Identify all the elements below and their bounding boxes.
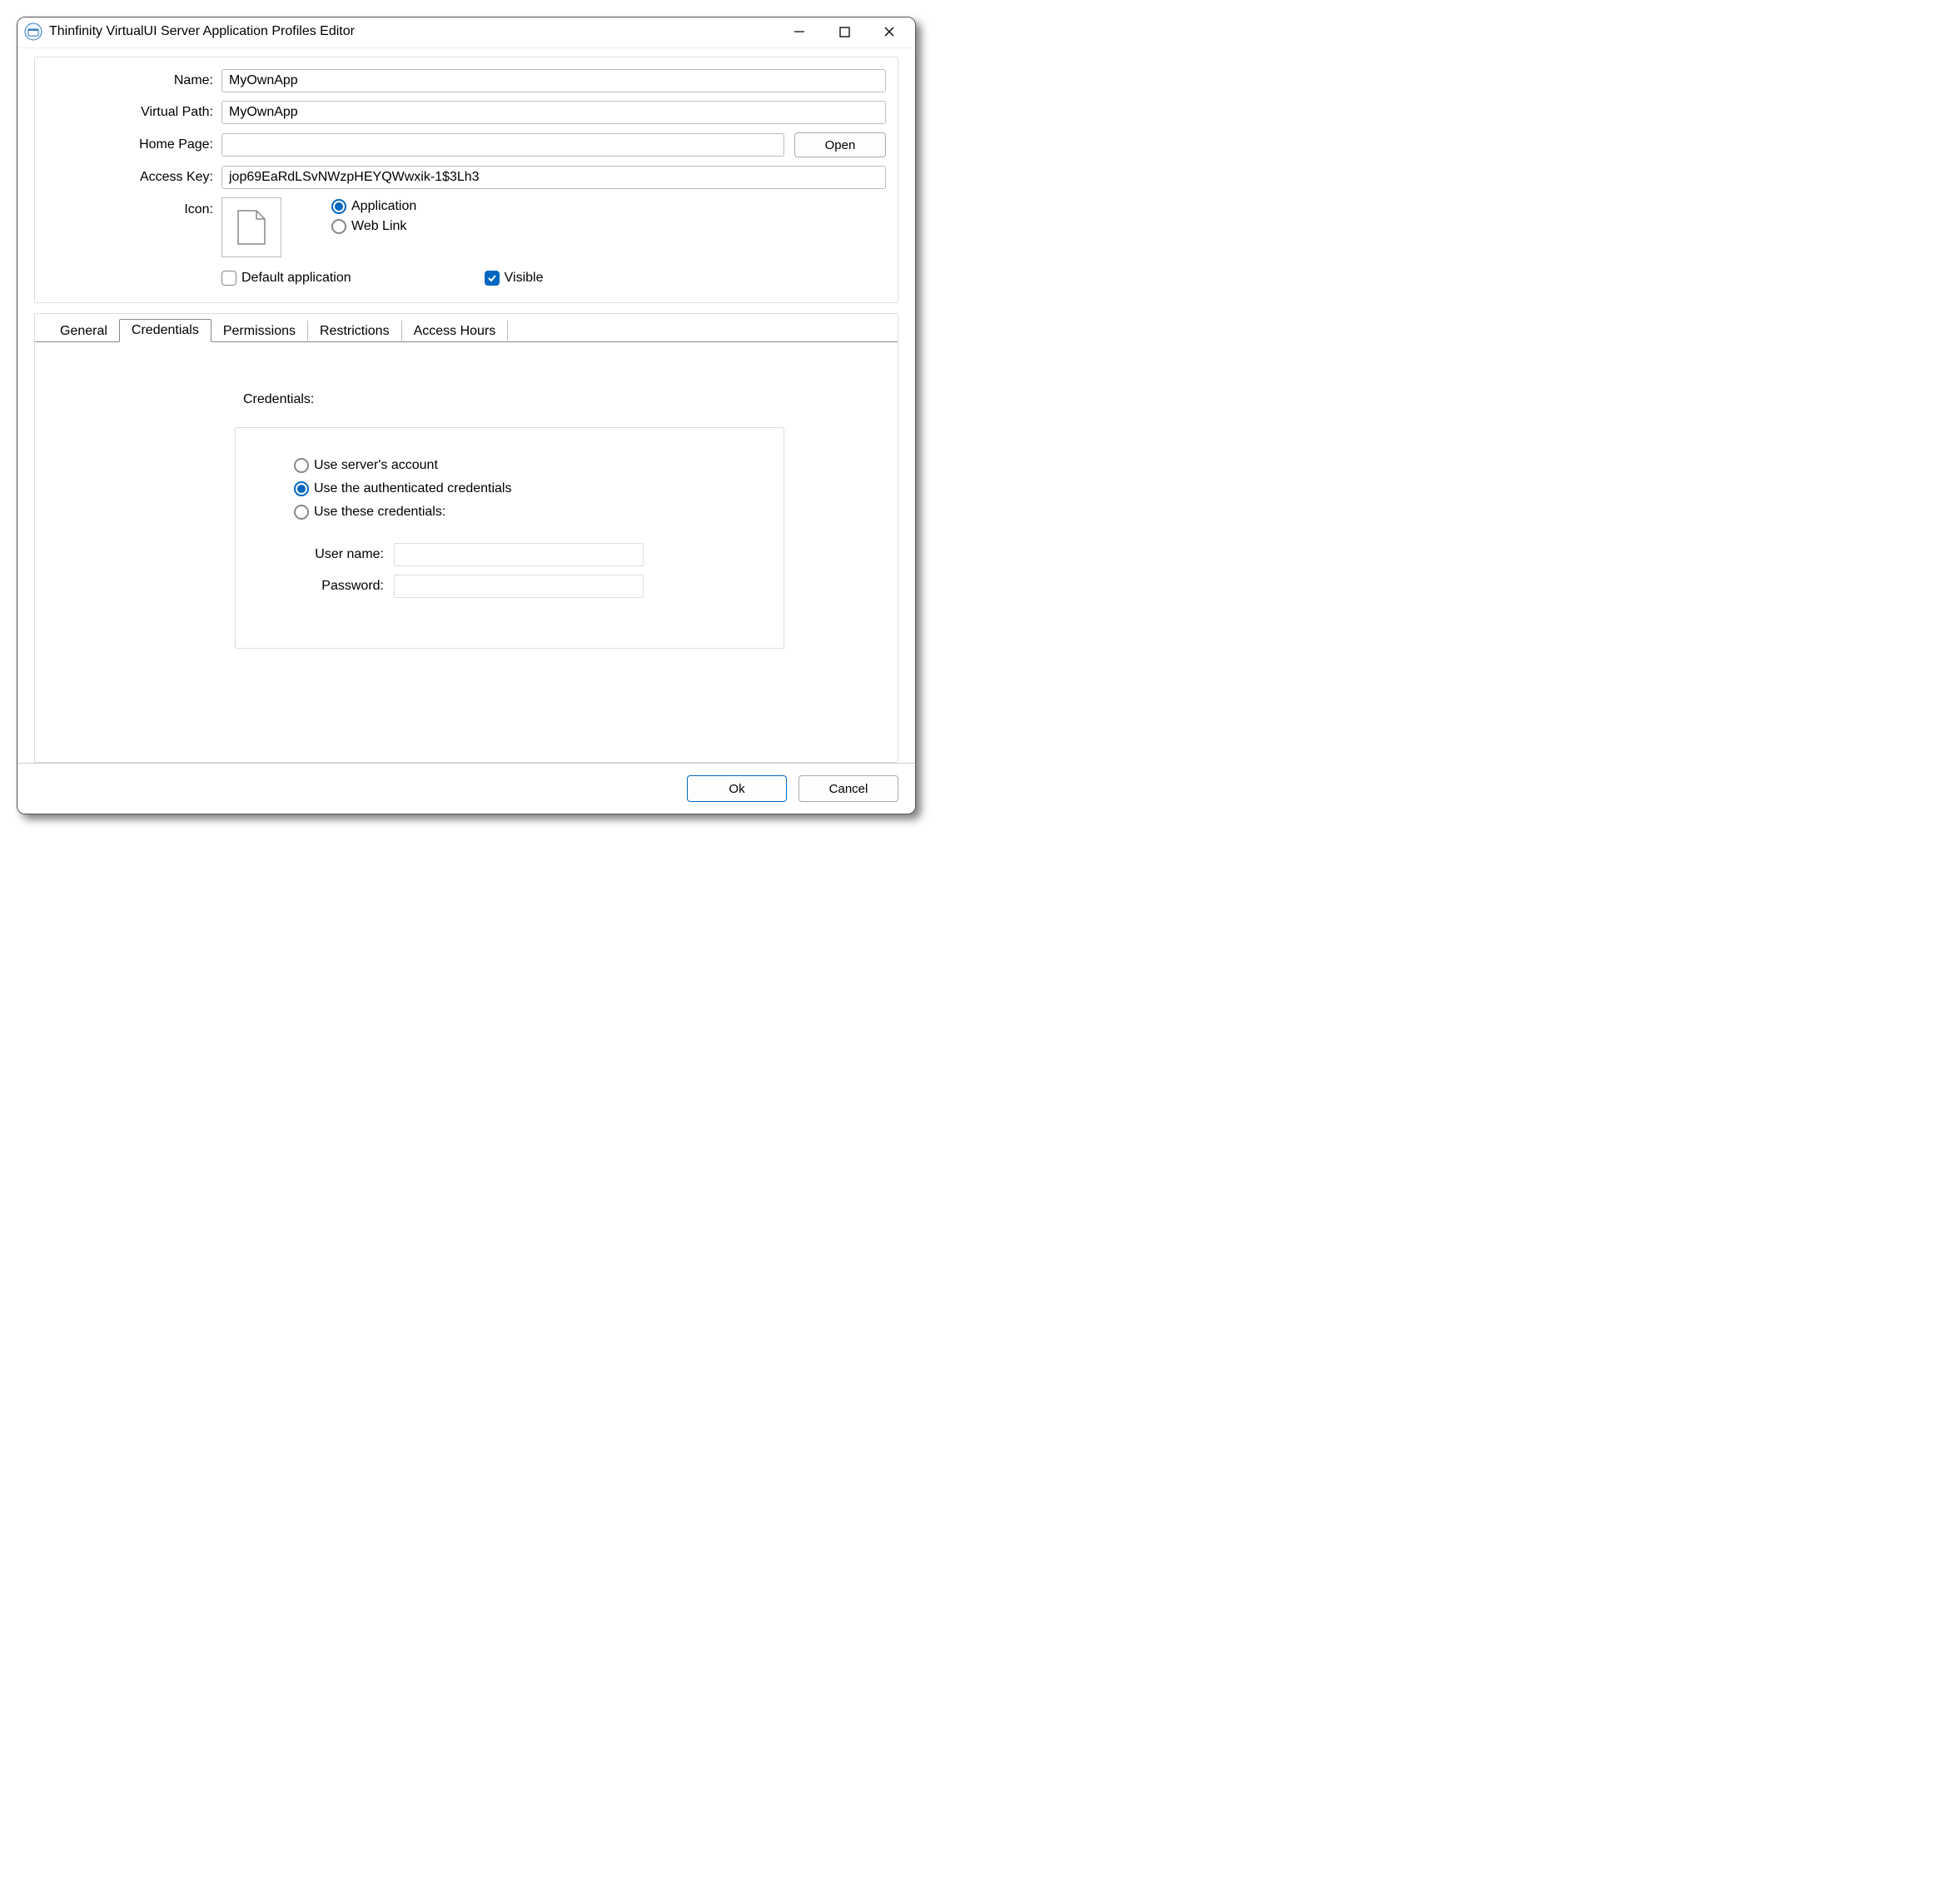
radio-use-authenticated[interactable]: Use the authenticated credentials bbox=[294, 481, 750, 496]
dialog-footer: Ok Cancel bbox=[17, 763, 915, 814]
checkbox-default-application[interactable]: Default application bbox=[221, 271, 351, 286]
profile-form: Name: Virtual Path: Home Page: Open Acce… bbox=[34, 57, 898, 303]
tab-credentials[interactable]: Credentials bbox=[119, 319, 211, 342]
home-page-input[interactable] bbox=[221, 133, 784, 157]
default-application-label: Default application bbox=[241, 271, 351, 286]
tab-container: General Credentials Permissions Restrict… bbox=[34, 313, 898, 763]
maximize-button[interactable] bbox=[833, 21, 855, 42]
open-button[interactable]: Open bbox=[794, 132, 886, 157]
checkbox-visible[interactable]: Visible bbox=[485, 271, 544, 286]
name-label: Name: bbox=[47, 73, 221, 88]
radio-weblink[interactable]: Web Link bbox=[331, 219, 416, 234]
document-icon bbox=[235, 207, 268, 247]
radio-application[interactable]: Application bbox=[331, 199, 416, 214]
radio-icon bbox=[331, 199, 346, 214]
radio-use-these[interactable]: Use these credentials: bbox=[294, 505, 750, 520]
radio-icon bbox=[294, 458, 309, 473]
dialog-window: Thinfinity VirtualUI Server Application … bbox=[17, 17, 916, 814]
password-label: Password: bbox=[294, 579, 394, 594]
content-area: Name: Virtual Path: Home Page: Open Acce… bbox=[17, 48, 915, 763]
radio-icon bbox=[294, 481, 309, 496]
username-input[interactable] bbox=[394, 543, 644, 566]
visible-label: Visible bbox=[505, 271, 544, 286]
radio-icon bbox=[331, 219, 346, 234]
radio-weblink-label: Web Link bbox=[351, 219, 406, 234]
checkbox-icon bbox=[221, 271, 236, 286]
ok-button[interactable]: Ok bbox=[687, 775, 787, 802]
tab-strip: General Credentials Permissions Restrict… bbox=[35, 314, 898, 342]
cancel-button[interactable]: Cancel bbox=[798, 775, 898, 802]
tab-permissions[interactable]: Permissions bbox=[211, 321, 308, 342]
minimize-button[interactable] bbox=[788, 21, 810, 42]
credentials-group-label: Credentials: bbox=[243, 392, 864, 407]
tab-access-hours[interactable]: Access Hours bbox=[402, 321, 509, 342]
radio-use-authenticated-label: Use the authenticated credentials bbox=[314, 481, 511, 496]
close-button[interactable] bbox=[878, 21, 900, 42]
password-input[interactable] bbox=[394, 575, 644, 598]
name-input[interactable] bbox=[221, 69, 886, 92]
radio-icon bbox=[294, 505, 309, 520]
title-bar: Thinfinity VirtualUI Server Application … bbox=[17, 17, 915, 48]
window-controls bbox=[788, 21, 908, 42]
icon-label: Icon: bbox=[47, 197, 221, 217]
icon-preview[interactable] bbox=[221, 197, 281, 257]
virtual-path-input[interactable] bbox=[221, 101, 886, 124]
credentials-panel: Credentials: Use server's account Use th… bbox=[35, 342, 898, 682]
virtual-path-label: Virtual Path: bbox=[47, 105, 221, 120]
access-key-input[interactable] bbox=[221, 166, 886, 189]
home-page-label: Home Page: bbox=[47, 137, 221, 152]
username-label: User name: bbox=[294, 547, 394, 562]
checkbox-icon bbox=[485, 271, 500, 286]
radio-application-label: Application bbox=[351, 199, 416, 214]
radio-use-these-label: Use these credentials: bbox=[314, 505, 445, 520]
radio-use-server-account-label: Use server's account bbox=[314, 458, 438, 473]
tab-general[interactable]: General bbox=[48, 321, 119, 342]
window-title: Thinfinity VirtualUI Server Application … bbox=[49, 24, 788, 39]
tab-restrictions[interactable]: Restrictions bbox=[308, 321, 402, 342]
radio-use-server-account[interactable]: Use server's account bbox=[294, 458, 750, 473]
access-key-label: Access Key: bbox=[47, 170, 221, 185]
credentials-group: Use server's account Use the authenticat… bbox=[235, 427, 784, 649]
app-icon bbox=[24, 22, 42, 41]
